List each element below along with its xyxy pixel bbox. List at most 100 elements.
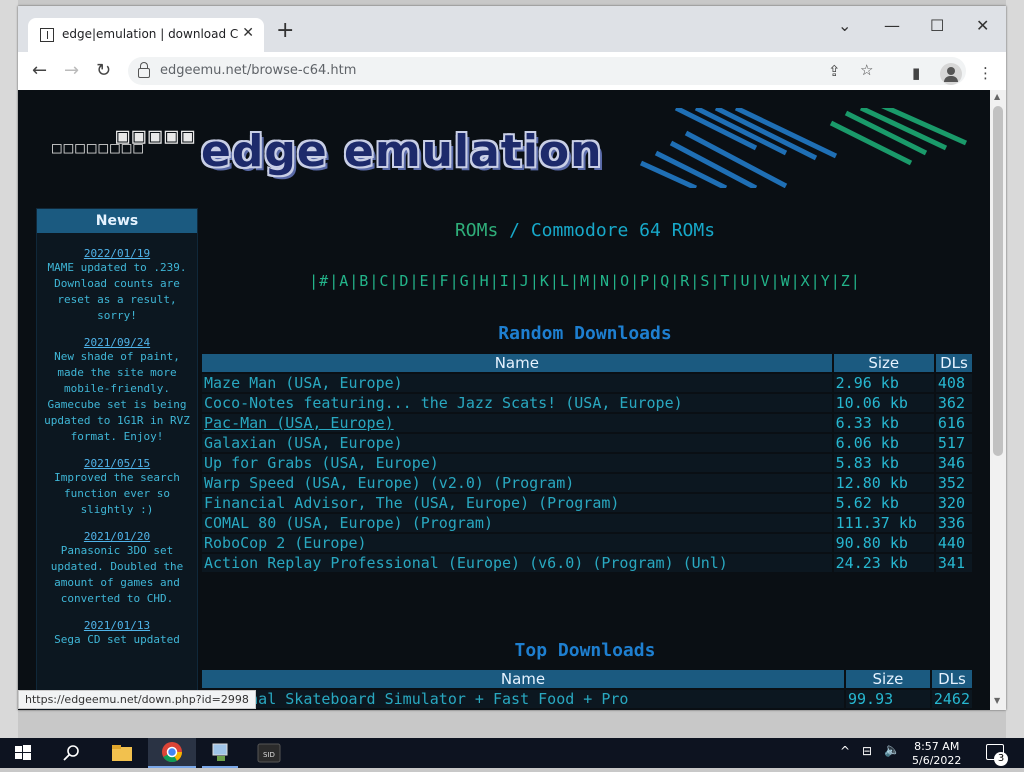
close-window-button[interactable]: ✕ (976, 16, 989, 35)
news-text: New shade of paint, made the site more m… (44, 350, 190, 443)
browser-tab[interactable]: edge|emulation | download Com ✕ (28, 18, 264, 52)
news-date[interactable]: 2021/01/13 (43, 619, 191, 632)
minimize-button[interactable]: — (884, 16, 900, 35)
rom-size: 24.23 kb (833, 554, 934, 572)
table-row[interactable]: COMAL 80 (USA, Europe) (Program) 111.37 k… (202, 514, 972, 532)
sid-app-button[interactable]: SID (252, 738, 286, 768)
news-date[interactable]: 2021/09/24 (43, 336, 191, 349)
search-icon[interactable] (62, 738, 82, 768)
tab-search-chevron-icon[interactable]: ⌄ (838, 16, 851, 35)
rom-name-link[interactable]: Action Replay Professional (Europe) (v6.… (202, 554, 832, 572)
table-header-row: Name Size DLs (202, 354, 972, 372)
page-heading: ROMs / Commodore 64 ROMs (200, 220, 970, 241)
rom-name-link[interactable]: Maze Man (USA, Europe) (202, 374, 832, 392)
chrome-icon (162, 742, 183, 763)
news-date[interactable]: 2021/01/20 (43, 530, 191, 543)
rom-name-link[interactable]: Up for Grabs (USA, Europe) (202, 454, 832, 472)
table-row[interactable]: Financial Advisor, The (USA, Europe) (Pr… (202, 494, 972, 512)
col-dls-header: DLs (931, 670, 972, 688)
col-name-header: Name (202, 354, 832, 372)
table-row[interactable]: Pac-Man (USA, Europe) 6.33 kb 616 (202, 414, 972, 432)
table-row[interactable]: Maze Man (USA, Europe) 2.96 kb 408 (202, 374, 972, 392)
system-clock[interactable]: 8:57 AM 5/6/2022 (912, 740, 961, 768)
rom-downloads: 336 (935, 514, 972, 532)
windows-taskbar: SID ^ ⊟ 🔈 8:57 AM 5/6/2022 3 (0, 738, 1024, 768)
scroll-thumb[interactable] (993, 106, 1003, 456)
rom-size: 10.06 kb (833, 394, 934, 412)
random-downloads-heading: Random Downloads (498, 323, 672, 344)
file-explorer-icon[interactable] (110, 738, 134, 768)
computer-app-icon (212, 743, 228, 761)
back-button[interactable]: ← (32, 60, 47, 81)
rom-size: 111.37 kb (833, 514, 934, 532)
rom-size: 6.06 kb (833, 434, 934, 452)
notification-count-badge: 3 (994, 752, 1008, 766)
sid-app-icon: SID (257, 743, 281, 763)
rom-size: 90.80 kb (833, 534, 934, 552)
table-row[interactable]: Up for Grabs (USA, Europe) 5.83 kb 346 (202, 454, 972, 472)
menu-dots-icon[interactable]: ⋮ (978, 64, 993, 82)
rom-downloads: 320 (935, 494, 972, 512)
rom-name-link[interactable]: Galaxian (USA, Europe) (202, 434, 832, 452)
side-panel-icon[interactable]: ▮ (912, 64, 920, 82)
table-header-row: Name Size DLs (202, 670, 972, 688)
tab-close-icon[interactable]: ✕ (242, 25, 254, 41)
tab-bar: edge|emulation | download Com ✕ + ⌄ — ☐ … (18, 6, 1006, 52)
rom-name-link[interactable]: RoboCop 2 (Europe) (202, 534, 832, 552)
maximize-button[interactable]: ☐ (930, 16, 944, 35)
news-text: Improved the search function ever so sli… (54, 471, 180, 516)
tray-chevron-icon[interactable]: ^ (840, 744, 850, 758)
table-row[interactable]: Galaxian (USA, Europe) 6.06 kb 517 (202, 434, 972, 452)
table-row[interactable]: Warp Speed (USA, Europe) (v2.0) (Program… (202, 474, 972, 492)
rom-downloads: 341 (935, 554, 972, 572)
windows-start-icon[interactable] (14, 738, 32, 768)
news-text: Sega CD set updated (54, 633, 180, 646)
scroll-down-icon[interactable]: ▼ (994, 696, 1000, 705)
rom-name-link[interactable]: Warp Speed (USA, Europe) (v2.0) (Program… (202, 474, 832, 492)
rom-downloads: 440 (935, 534, 972, 552)
url-text[interactable]: edgeemu.net/browse-c64.htm (160, 63, 356, 78)
page-content: □□□□□□□□ ▣▣▣▣▣ edge emulation News 2022/… (18, 90, 990, 710)
profile-avatar[interactable] (940, 63, 962, 85)
network-icon[interactable]: ⊟ (862, 744, 872, 758)
rom-name-link[interactable]: COMAL 80 (USA, Europe) (Program) (202, 514, 832, 532)
svg-text:SID: SID (263, 751, 275, 759)
link-status-bubble: https://edgeemu.net/down.php?id=2998 (18, 690, 256, 709)
breadcrumb-roms[interactable]: ROMs (455, 220, 498, 241)
top-downloads-heading: Top Downloads (514, 640, 656, 661)
alphabet-navigation[interactable]: |#|A|B|C|D|E|F|G|H|I|J|K|L|M|N|O|P|Q|R|S… (200, 272, 970, 290)
page-scrollbar[interactable]: ▲ ▼ (990, 90, 1006, 710)
col-size-header: Size (833, 354, 934, 372)
table-row[interactable]: RoboCop 2 (Europe) 90.80 kb 440 (202, 534, 972, 552)
table-row[interactable]: Coco-Notes featuring... the Jazz Scats! … (202, 394, 972, 412)
share-icon[interactable]: ⇪ (828, 62, 841, 80)
rom-name-link[interactable]: Coco-Notes featuring... the Jazz Scats! … (202, 394, 832, 412)
news-date[interactable]: 2021/05/15 (43, 457, 191, 470)
app-taskbar-button[interactable] (202, 738, 238, 768)
bookmark-star-icon[interactable]: ☆ (860, 61, 873, 79)
banner-stripes-graphic (639, 108, 968, 188)
address-bar[interactable]: edgeemu.net/browse-c64.htm ⇪ ☆ (128, 57, 966, 85)
site-logo[interactable]: edge emulation (201, 126, 602, 177)
rom-size: 12.80 kb (833, 474, 934, 492)
news-text: MAME updated to .239. Download counts ar… (47, 261, 187, 322)
table-row[interactable]: Action Replay Professional (Europe) (v6.… (202, 554, 972, 572)
chrome-taskbar-button[interactable] (148, 738, 196, 768)
table-row[interactable]: essional Skateboard Simulator + Fast Foo… (202, 690, 972, 708)
new-tab-button[interactable]: + (276, 20, 294, 42)
rom-size: 6.33 kb (833, 414, 934, 432)
rom-name-link[interactable]: essional Skateboard Simulator + Fast Foo… (202, 690, 844, 708)
scroll-up-icon[interactable]: ▲ (994, 92, 1000, 101)
page-favicon-icon (40, 28, 54, 42)
news-date[interactable]: 2022/01/19 (43, 247, 191, 260)
rom-name-link[interactable]: Financial Advisor, The (USA, Europe) (Pr… (202, 494, 832, 512)
forward-button[interactable]: → (64, 60, 79, 81)
volume-icon[interactable]: 🔈 (884, 743, 900, 758)
lock-icon[interactable] (138, 62, 150, 78)
reload-button[interactable]: ↻ (96, 60, 111, 81)
news-sidebar: News 2022/01/19 MAME updated to .239. Do… (36, 208, 198, 710)
news-header: News (37, 209, 197, 233)
rom-name-link[interactable]: Pac-Man (USA, Europe) (202, 414, 832, 432)
browser-window: edge|emulation | download Com ✕ + ⌄ — ☐ … (18, 6, 1006, 710)
rom-downloads: 408 (935, 374, 972, 392)
